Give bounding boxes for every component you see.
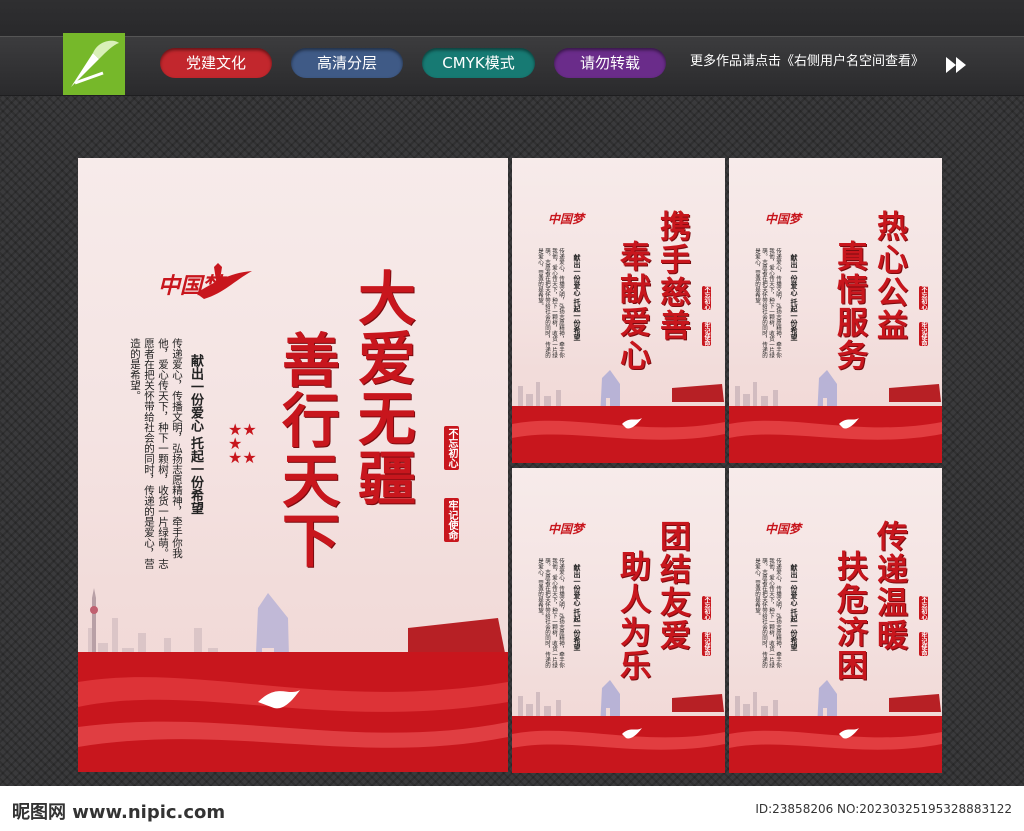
china-dream-logo: 中国梦: [548, 522, 585, 536]
seal-remember-mission: 牢记使命: [702, 632, 711, 656]
seal-remember-mission: 牢记使命: [919, 322, 928, 346]
china-dream-logo: 中国梦: [765, 522, 802, 536]
red-ribbon-wave: [729, 716, 942, 773]
small-body-text: 传递爱心，传播文明，弘扬志愿精神，牵手你我他，爱心传天下，种下一颗树，收货一片绿…: [754, 248, 781, 358]
more-works-link[interactable]: 更多作品请点击《右侧用户名空间查看》: [690, 52, 924, 72]
double-arrow-icon[interactable]: [944, 55, 970, 79]
seal-stay-true: 不忘初心: [702, 286, 711, 310]
small-body-text: 传递爱心，传播文明，弘扬志愿精神，牵手你我他，爱心传天下，种下一颗树，收货一片绿…: [537, 248, 564, 358]
star-decoration-icon: ★★ ★ ★★: [228, 420, 257, 467]
small-poster-2: 中国梦 热心公益 真情服务 献出一份爱心 托起一份希望 传递爱心，传播文明，弘扬…: [729, 158, 942, 463]
seal-stay-true: 不忘初心: [919, 596, 928, 620]
main-poster: 中国梦 大爱无疆 善行天下 献出一份爱心 托起一份希望 传递爱心，传播文明，弘扬…: [78, 158, 508, 772]
main-title-line2: 善行天下: [272, 330, 340, 570]
main-title-line1: 大爱无疆: [348, 268, 416, 508]
red-ribbon-wave: [512, 406, 725, 463]
small-title-line1: 携手慈善: [654, 210, 690, 342]
tag-cmyk[interactable]: CMYK模式: [422, 48, 535, 78]
small-title-line2: 奉献爱心: [614, 240, 650, 372]
footer-brand[interactable]: 昵图网 www.nipic.com: [12, 798, 225, 824]
tag-no-repost[interactable]: 请勿转载: [554, 48, 666, 78]
main-body-text: 传递爱心，传播文明，弘扬志愿精神，牵手你我他，爱心传天下，种下一颗树，收货一片绿…: [129, 338, 183, 569]
small-subtitle: 献出一份爱心 托起一份希望: [573, 564, 581, 651]
small-subtitle: 献出一份爱心 托起一份希望: [573, 254, 581, 341]
small-subtitle: 献出一份爱心 托起一份希望: [790, 564, 798, 651]
small-subtitle: 献出一份爱心 托起一份希望: [790, 254, 798, 341]
small-poster-4: 中国梦 传递温暖 扶危济困 献出一份爱心 托起一份希望 传递爱心，传播文明，弘扬…: [729, 468, 942, 773]
small-title-line2: 真情服务: [831, 240, 867, 372]
seal-remember-mission: 牢记使命: [444, 498, 459, 542]
small-title-line1: 传递温暖: [871, 520, 907, 652]
site-logo-icon[interactable]: [63, 33, 125, 95]
seal-stay-true: 不忘初心: [919, 286, 928, 310]
china-dream-logo: 中国梦: [548, 212, 585, 226]
small-body-text: 传递爱心，传播文明，弘扬志愿精神，牵手你我他，爱心传天下，种下一颗树，收货一片绿…: [754, 558, 781, 668]
seal-stay-true: 不忘初心: [444, 426, 459, 470]
tag-party-culture[interactable]: 党建文化: [160, 48, 272, 78]
small-body-text: 传递爱心，传播文明，弘扬志愿精神，牵手你我他，爱心传天下，种下一颗树，收货一片绿…: [537, 558, 564, 668]
china-dream-brush-icon: [196, 263, 252, 299]
small-title-line2: 扶危济困: [831, 550, 867, 682]
seal-stay-true: 不忘初心: [702, 596, 711, 620]
small-title-line1: 热心公益: [871, 210, 907, 342]
small-title-line1: 团结友爱: [654, 520, 690, 652]
red-ribbon-wave: [729, 406, 942, 463]
footer-id: ID:23858206 NO:20230325195328883122: [755, 802, 1012, 816]
small-poster-1: 中国梦 携手慈善 奉献爱心 献出一份爱心 托起一份希望 传递爱心，传播文明，弘扬…: [512, 158, 725, 463]
seal-remember-mission: 牢记使命: [702, 322, 711, 346]
seal-remember-mission: 牢记使命: [919, 632, 928, 656]
red-ribbon-wave: [512, 716, 725, 773]
china-dream-logo: 中国梦: [765, 212, 802, 226]
tag-hd-layers[interactable]: 高清分层: [291, 48, 403, 78]
small-title-line2: 助人为乐: [614, 550, 650, 682]
red-ribbon-wave: [78, 652, 508, 772]
main-subtitle: 献出一份爱心 托起一份希望: [188, 354, 203, 515]
footer-bar: 昵图网 www.nipic.com ID:23858206 NO:2023032…: [0, 786, 1024, 831]
small-poster-3: 中国梦 团结友爱 助人为乐 献出一份爱心 托起一份希望 传递爱心，传播文明，弘扬…: [512, 468, 725, 773]
